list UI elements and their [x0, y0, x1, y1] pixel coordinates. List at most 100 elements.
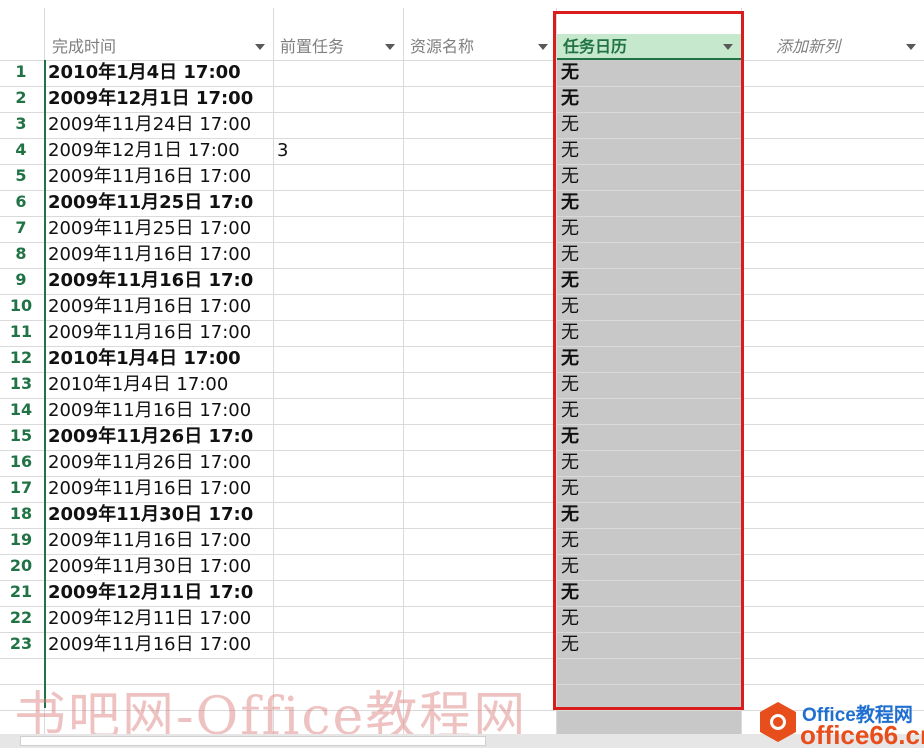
column-header-finish-time[interactable]: 完成时间 [46, 34, 273, 60]
row-number[interactable]: 2 [0, 86, 42, 112]
resource-names-cell[interactable] [406, 554, 554, 580]
row-number[interactable]: 12 [0, 346, 42, 372]
finish-time-cell[interactable]: 2009年11月16日 17:00 [48, 320, 272, 346]
predecessors-cell[interactable] [277, 632, 401, 658]
predecessors-cell[interactable] [277, 502, 401, 528]
resource-names-cell[interactable] [406, 164, 554, 190]
predecessors-cell[interactable] [277, 450, 401, 476]
resource-names-cell[interactable] [406, 398, 554, 424]
finish-time-cell[interactable]: 2009年11月16日 17:00 [48, 164, 272, 190]
predecessors-cell[interactable] [277, 216, 401, 242]
finish-time-cell[interactable]: 2010年1月4日 17:00 [48, 346, 272, 372]
finish-time-cell[interactable]: 2009年11月26日 17:00 [48, 450, 272, 476]
resource-names-cell[interactable] [406, 112, 554, 138]
finish-time-cell[interactable]: 2010年1月4日 17:00 [48, 60, 272, 86]
finish-time-cell[interactable]: 2009年11月16日 17:0 [48, 268, 272, 294]
finish-time-cell[interactable]: 2009年11月25日 17:0 [48, 190, 272, 216]
row-number[interactable]: 3 [0, 112, 42, 138]
predecessors-cell[interactable] [277, 476, 401, 502]
row-number[interactable]: 18 [0, 502, 42, 528]
row-number[interactable]: 20 [0, 554, 42, 580]
row-number[interactable]: 15 [0, 424, 42, 450]
resource-names-cell[interactable] [406, 216, 554, 242]
finish-time-cell[interactable]: 2009年11月16日 17:00 [48, 528, 272, 554]
predecessors-cell[interactable] [277, 580, 401, 606]
predecessors-cell[interactable] [277, 60, 401, 86]
filter-dropdown-icon[interactable] [255, 44, 265, 50]
resource-names-cell[interactable] [406, 528, 554, 554]
resource-names-cell[interactable] [406, 242, 554, 268]
predecessors-cell[interactable] [277, 346, 401, 372]
finish-time-cell[interactable]: 2010年1月4日 17:00 [48, 372, 272, 398]
row-number[interactable]: 1 [0, 60, 42, 86]
resource-names-cell[interactable] [406, 450, 554, 476]
row-number[interactable]: 5 [0, 164, 42, 190]
resource-names-cell[interactable] [406, 60, 554, 86]
predecessors-cell[interactable] [277, 606, 401, 632]
finish-time-cell[interactable]: 2009年11月30日 17:0 [48, 502, 272, 528]
predecessors-cell[interactable] [277, 242, 401, 268]
column-header-resource-names[interactable]: 资源名称 [404, 34, 556, 60]
finish-time-cell[interactable]: 2009年11月26日 17:0 [48, 424, 272, 450]
row-number[interactable]: 22 [0, 606, 42, 632]
finish-time-cell[interactable]: 2009年12月1日 17:00 [48, 86, 272, 112]
row-number[interactable]: 21 [0, 580, 42, 606]
finish-time-cell[interactable]: 2009年11月16日 17:00 [48, 398, 272, 424]
finish-time-cell[interactable]: 2009年11月16日 17:00 [48, 632, 272, 658]
row-number[interactable]: 6 [0, 190, 42, 216]
filter-dropdown-icon[interactable] [538, 44, 548, 50]
scrollbar-thumb[interactable] [20, 736, 486, 746]
predecessors-cell[interactable] [277, 320, 401, 346]
resource-names-cell[interactable] [406, 606, 554, 632]
resource-names-cell[interactable] [406, 580, 554, 606]
row-number[interactable]: 11 [0, 320, 42, 346]
resource-names-cell[interactable] [406, 346, 554, 372]
predecessors-cell[interactable] [277, 294, 401, 320]
resource-names-cell[interactable] [406, 86, 554, 112]
finish-time-cell[interactable]: 2009年12月11日 17:00 [48, 606, 272, 632]
predecessors-cell[interactable] [277, 528, 401, 554]
finish-time-cell[interactable]: 2009年11月30日 17:00 [48, 554, 272, 580]
finish-time-cell[interactable]: 2009年12月11日 17:0 [48, 580, 272, 606]
predecessors-cell[interactable] [277, 86, 401, 112]
filter-dropdown-icon[interactable] [385, 44, 395, 50]
finish-time-cell[interactable]: 2009年12月1日 17:00 [48, 138, 272, 164]
resource-names-cell[interactable] [406, 372, 554, 398]
finish-time-cell[interactable]: 2009年11月24日 17:00 [48, 112, 272, 138]
row-number[interactable]: 10 [0, 294, 42, 320]
resource-names-cell[interactable] [406, 138, 554, 164]
resource-names-cell[interactable] [406, 476, 554, 502]
column-header-add-new[interactable]: 添加新列 [742, 34, 924, 60]
predecessors-cell[interactable] [277, 164, 401, 190]
row-number[interactable]: 13 [0, 372, 42, 398]
resource-names-cell[interactable] [406, 320, 554, 346]
predecessors-cell[interactable]: 3 [277, 138, 401, 164]
resource-names-cell[interactable] [406, 424, 554, 450]
row-number[interactable]: 8 [0, 242, 42, 268]
predecessors-cell[interactable] [277, 190, 401, 216]
predecessors-cell[interactable] [277, 554, 401, 580]
resource-names-cell[interactable] [406, 268, 554, 294]
resource-names-cell[interactable] [406, 294, 554, 320]
predecessors-cell[interactable] [277, 398, 401, 424]
predecessors-cell[interactable] [277, 424, 401, 450]
resource-names-cell[interactable] [406, 632, 554, 658]
row-number[interactable]: 9 [0, 268, 42, 294]
predecessors-cell[interactable] [277, 112, 401, 138]
finish-time-cell[interactable]: 2009年11月25日 17:00 [48, 216, 272, 242]
finish-time-cell[interactable]: 2009年11月16日 17:00 [48, 294, 272, 320]
row-number[interactable]: 17 [0, 476, 42, 502]
row-number[interactable]: 7 [0, 216, 42, 242]
resource-names-cell[interactable] [406, 502, 554, 528]
resource-names-cell[interactable] [406, 190, 554, 216]
predecessors-cell[interactable] [277, 268, 401, 294]
row-number[interactable]: 14 [0, 398, 42, 424]
row-number[interactable]: 4 [0, 138, 42, 164]
finish-time-cell[interactable]: 2009年11月16日 17:00 [48, 242, 272, 268]
filter-dropdown-icon[interactable] [906, 44, 916, 50]
row-number[interactable]: 23 [0, 632, 42, 658]
column-header-predecessors[interactable]: 前置任务 [274, 34, 403, 60]
finish-time-cell[interactable]: 2009年11月16日 17:00 [48, 476, 272, 502]
row-number[interactable]: 16 [0, 450, 42, 476]
row-number[interactable]: 19 [0, 528, 42, 554]
